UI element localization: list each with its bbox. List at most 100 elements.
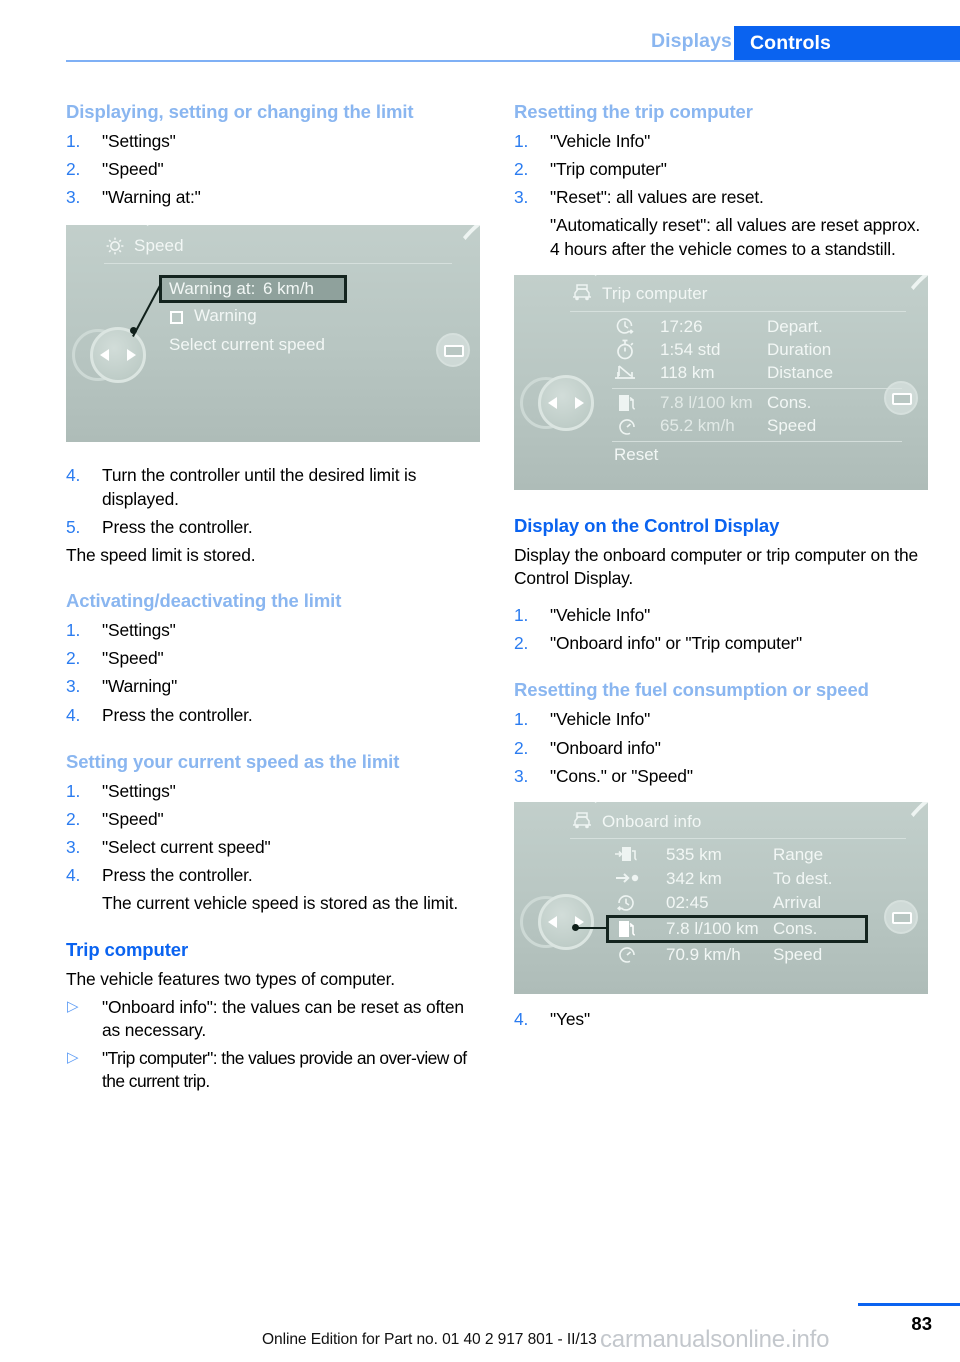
- stopwatch-icon: [617, 339, 634, 360]
- step-text: Press the controller.: [102, 865, 253, 886]
- step-number: 4.: [66, 704, 81, 725]
- step-text: "Onboard info" or "Trip computer": [550, 633, 803, 654]
- speed-limit-stored-note: The speed limit is stored.: [66, 544, 256, 565]
- automatically-reset-note: "Automatically reset": all values are re…: [550, 215, 921, 259]
- list-item: 2. "Speed": [66, 158, 480, 181]
- list-item: 2. "Speed": [66, 647, 480, 670]
- trip-row-value: 1:54 std: [660, 339, 721, 359]
- list-item: 1. "Settings": [66, 780, 480, 803]
- callout-leader-line: [576, 926, 608, 929]
- idrive-controller-icon[interactable]: [538, 893, 594, 950]
- step-number: 3.: [66, 187, 81, 208]
- figure-title: Speed: [134, 236, 184, 256]
- figure-trip-computer-display: Trip computer 17:26 Depart. 1:54 std Dur…: [514, 274, 928, 490]
- right-column: Resetting the trip computer 1. "Vehicle …: [514, 100, 928, 1036]
- reset-menu-item[interactable]: Reset: [614, 445, 658, 465]
- idrive-controller-icon[interactable]: [538, 374, 594, 431]
- decorative-arc: [396, 225, 480, 443]
- trip-row-label: Depart.: [767, 316, 823, 336]
- select-current-speed-option[interactable]: Select current speed: [169, 335, 325, 355]
- step-number: 4.: [514, 1008, 529, 1029]
- step-text: "Cons." or "Speed": [550, 765, 693, 786]
- list-item: 2. "Onboard info" or "Trip computer": [514, 632, 928, 655]
- step-number: 4.: [66, 865, 81, 886]
- list-item: 1. "Vehicle Info": [514, 604, 928, 627]
- onboard-row-value: 535 km: [666, 844, 722, 864]
- arrow-right-icon: [575, 396, 584, 409]
- list-item: 4. Turn the controller until the desired…: [66, 464, 480, 510]
- step-text: "Speed": [102, 159, 164, 180]
- control-display-icon: [884, 380, 918, 415]
- trip-row-value: 7.8 l/100 km: [660, 392, 753, 412]
- header-divider: [66, 60, 960, 62]
- warning-checkbox-label: Warning: [194, 306, 257, 326]
- figure-section-divider: [612, 387, 902, 389]
- heading-display-on-control-display: Display on the Control Display: [514, 514, 780, 536]
- list-item: 1. "Vehicle Info": [514, 130, 928, 153]
- step-text: "Warning": [102, 676, 178, 697]
- triangle-bullet-icon: ▷: [67, 997, 79, 1015]
- speedometer-icon: [619, 418, 635, 435]
- triangle-bullet-icon: ▷: [67, 1048, 79, 1066]
- step-text: Press the controller.: [102, 704, 253, 725]
- step-number: 2.: [514, 633, 529, 654]
- step-number: 4.: [66, 465, 81, 486]
- list-item: 1. "Settings": [66, 130, 480, 153]
- steps-setting-current-speed: 1. "Settings" 2. "Speed" 3. "Select curr…: [66, 780, 480, 888]
- step-text: "Settings": [102, 620, 176, 641]
- watermark: carmanualsonline.info: [600, 1326, 830, 1353]
- step-number: 5.: [66, 516, 81, 537]
- step-text: "Vehicle Info": [550, 709, 651, 730]
- figure-title-divider: [104, 263, 452, 265]
- idrive-controller-icon[interactable]: [90, 327, 146, 384]
- step-number: 1.: [514, 605, 529, 626]
- tab-displays[interactable]: Displays: [651, 30, 732, 53]
- arrow-left-icon: [548, 396, 557, 409]
- steps-displaying-limit-cont: 4. Turn the controller until the desired…: [66, 464, 480, 538]
- figure-title: Trip computer: [602, 283, 708, 303]
- to-destination-icon: [616, 873, 639, 883]
- step-number: 3.: [66, 676, 81, 697]
- step-number: 3.: [514, 765, 529, 786]
- step-text: "Reset": all values are reset.: [550, 187, 764, 208]
- figure-section-divider: [612, 440, 902, 442]
- vehicle-info-icon: [573, 812, 591, 829]
- onboard-row-value: 70.9 km/h: [666, 944, 741, 964]
- range-fuel-icon: [615, 846, 637, 861]
- control-display-icon: [436, 333, 470, 368]
- list-item: 5. Press the controller.: [66, 516, 480, 539]
- decorative-arc: [854, 274, 928, 490]
- figure-onboard-info-display: Onboard info 535 km Range 342 km To dest…: [514, 801, 928, 994]
- departure-clock-icon: [616, 317, 634, 334]
- control-display-icon: [884, 899, 918, 934]
- list-item: 3. "Warning": [66, 675, 480, 698]
- list-item: 2. "Speed": [66, 808, 480, 831]
- trip-row-value: 17:26: [660, 316, 703, 336]
- steps-resetting-fuel-consumption: 1. "Vehicle Info" 2. "Onboard info" 3. "…: [514, 708, 928, 787]
- list-item: 4. Press the controller.: [66, 864, 480, 887]
- fuel-pump-icon: [619, 920, 635, 937]
- trip-row-label: Duration: [767, 339, 832, 359]
- decorative-arc: [844, 274, 928, 490]
- trip-computer-intro: The vehicle features two types of comput…: [66, 969, 395, 990]
- step-number: 2.: [66, 808, 81, 829]
- steps-resetting-trip-computer: 1. "Vehicle Info" 2. "Trip computer" 3. …: [514, 130, 928, 209]
- steps-displaying-limit: 1. "Settings" 2. "Speed" 3. "Warning at:…: [66, 130, 480, 209]
- figure-title-divider: [570, 310, 906, 312]
- step-number: 2.: [514, 737, 529, 758]
- list-item: 1. "Settings": [66, 619, 480, 642]
- trip-row-label: Speed: [767, 415, 817, 435]
- step-number: 1.: [66, 131, 81, 152]
- step-text: "Onboard info": [550, 737, 661, 758]
- list-item: ▷ "Onboard info": the values can be rese…: [66, 996, 480, 1042]
- warning-checkbox[interactable]: [170, 311, 183, 325]
- step-text: "Vehicle Info": [550, 131, 651, 152]
- decorative-arc: [844, 801, 928, 994]
- list-item: 3. "Select current speed": [66, 836, 480, 859]
- heading-resetting-trip-computer: Resetting the trip computer: [514, 101, 753, 122]
- figure-title-divider: [570, 837, 906, 839]
- warning-at-label: Warning at:: [169, 279, 256, 299]
- decorative-arc: [406, 225, 480, 443]
- heading-activating-deactivating-limit: Activating/deactivating the limit: [66, 590, 342, 612]
- step-number: 1.: [514, 131, 529, 152]
